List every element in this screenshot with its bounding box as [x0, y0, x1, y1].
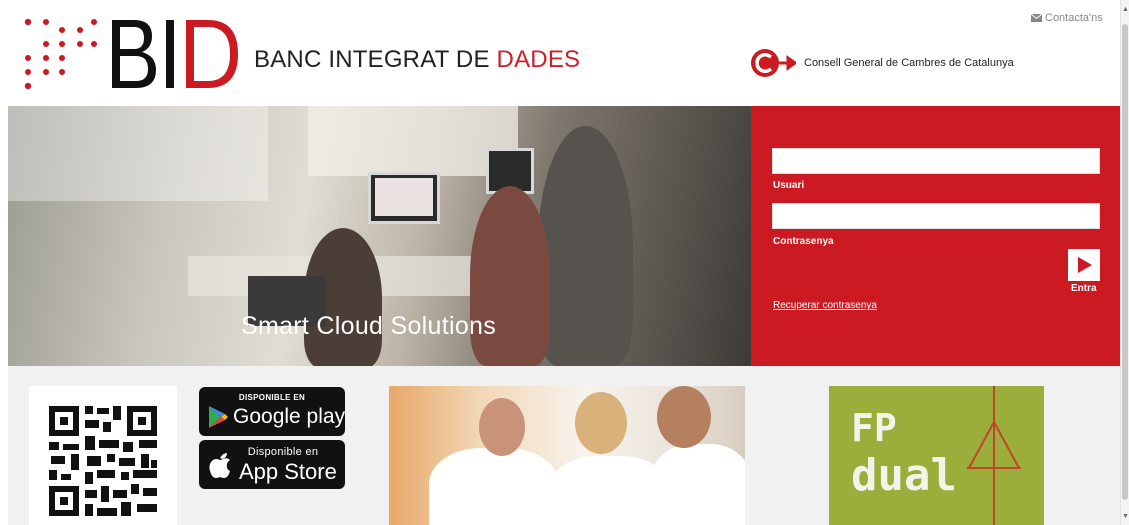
- google-play-small-text: DISPONIBLE EN: [238, 393, 306, 402]
- hero-caption: Smart Cloud Solutions: [241, 312, 497, 340]
- scrollbar-thumb[interactable]: [1122, 24, 1128, 500]
- password-input[interactable]: [772, 203, 1100, 229]
- fp-line1: FP: [851, 406, 897, 450]
- scroll-up-icon[interactable]: ▲: [1121, 6, 1129, 14]
- scroll-down-icon[interactable]: ▼: [1121, 513, 1129, 521]
- recover-password-link[interactable]: Recuperar contrasenya: [773, 300, 877, 311]
- monitor-screen: [375, 178, 433, 216]
- promo-strip: DISPONIBLE EN Google play Disponible en …: [8, 366, 1120, 525]
- page-scrollbar[interactable]: ▲ ▼: [1120, 0, 1129, 525]
- logo-dots: [24, 18, 97, 90]
- brand-accent: DADES: [496, 46, 581, 73]
- logo-bid: [112, 20, 238, 88]
- person-coat-left: [429, 448, 559, 525]
- brand-title: BANC INTEGRAT DE DADES: [254, 46, 580, 74]
- glass-wall: [8, 106, 268, 201]
- person-head-right: [657, 386, 711, 448]
- person-coat-right: [651, 444, 745, 525]
- qr-code-image: [49, 406, 157, 516]
- fp-line2: dual: [851, 450, 957, 501]
- person-standing: [538, 126, 633, 366]
- google-play-triangle-icon: [209, 406, 228, 428]
- qr-code: [29, 386, 177, 525]
- contact-link[interactable]: Contacta'ns: [1031, 12, 1103, 24]
- brand-prefix: BANC INTEGRAT DE: [254, 46, 497, 73]
- cambres-logo-icon: [751, 49, 796, 77]
- hero-image: Smart Cloud Solutions: [8, 106, 751, 366]
- enter-button[interactable]: [1068, 249, 1100, 281]
- username-label: Usuari: [773, 180, 805, 191]
- fp-dual-diode-icon: [967, 386, 1021, 525]
- app-store-big-text: App Store: [239, 459, 337, 484]
- google-play-big-text: Google play: [233, 405, 346, 428]
- login-panel: Usuari Contrasenya Entra Recuperar contr…: [751, 106, 1120, 366]
- app-store-badge[interactable]: Disponible en App Store: [199, 440, 345, 489]
- page-header: BANC INTEGRAT DE DADES Contacta'ns Conse…: [0, 0, 1120, 106]
- enter-label: Entra: [1071, 283, 1097, 294]
- username-input[interactable]: [772, 148, 1100, 174]
- google-play-badge[interactable]: DISPONIBLE EN Google play: [199, 387, 345, 436]
- fp-dual-banner[interactable]: FP dual: [829, 386, 1044, 525]
- training-photo[interactable]: [389, 386, 745, 525]
- person-head-left: [479, 398, 525, 456]
- consell-text: Consell General de Cambres de Catalunya: [804, 57, 1014, 69]
- person-head-center: [575, 392, 627, 454]
- contact-label: Contacta'ns: [1045, 12, 1103, 24]
- password-label: Contrasenya: [773, 236, 834, 247]
- consell-brand[interactable]: Consell General de Cambres de Catalunya: [750, 48, 1014, 78]
- envelope-icon: [1031, 14, 1042, 22]
- app-store-small-text: Disponible en: [247, 446, 319, 458]
